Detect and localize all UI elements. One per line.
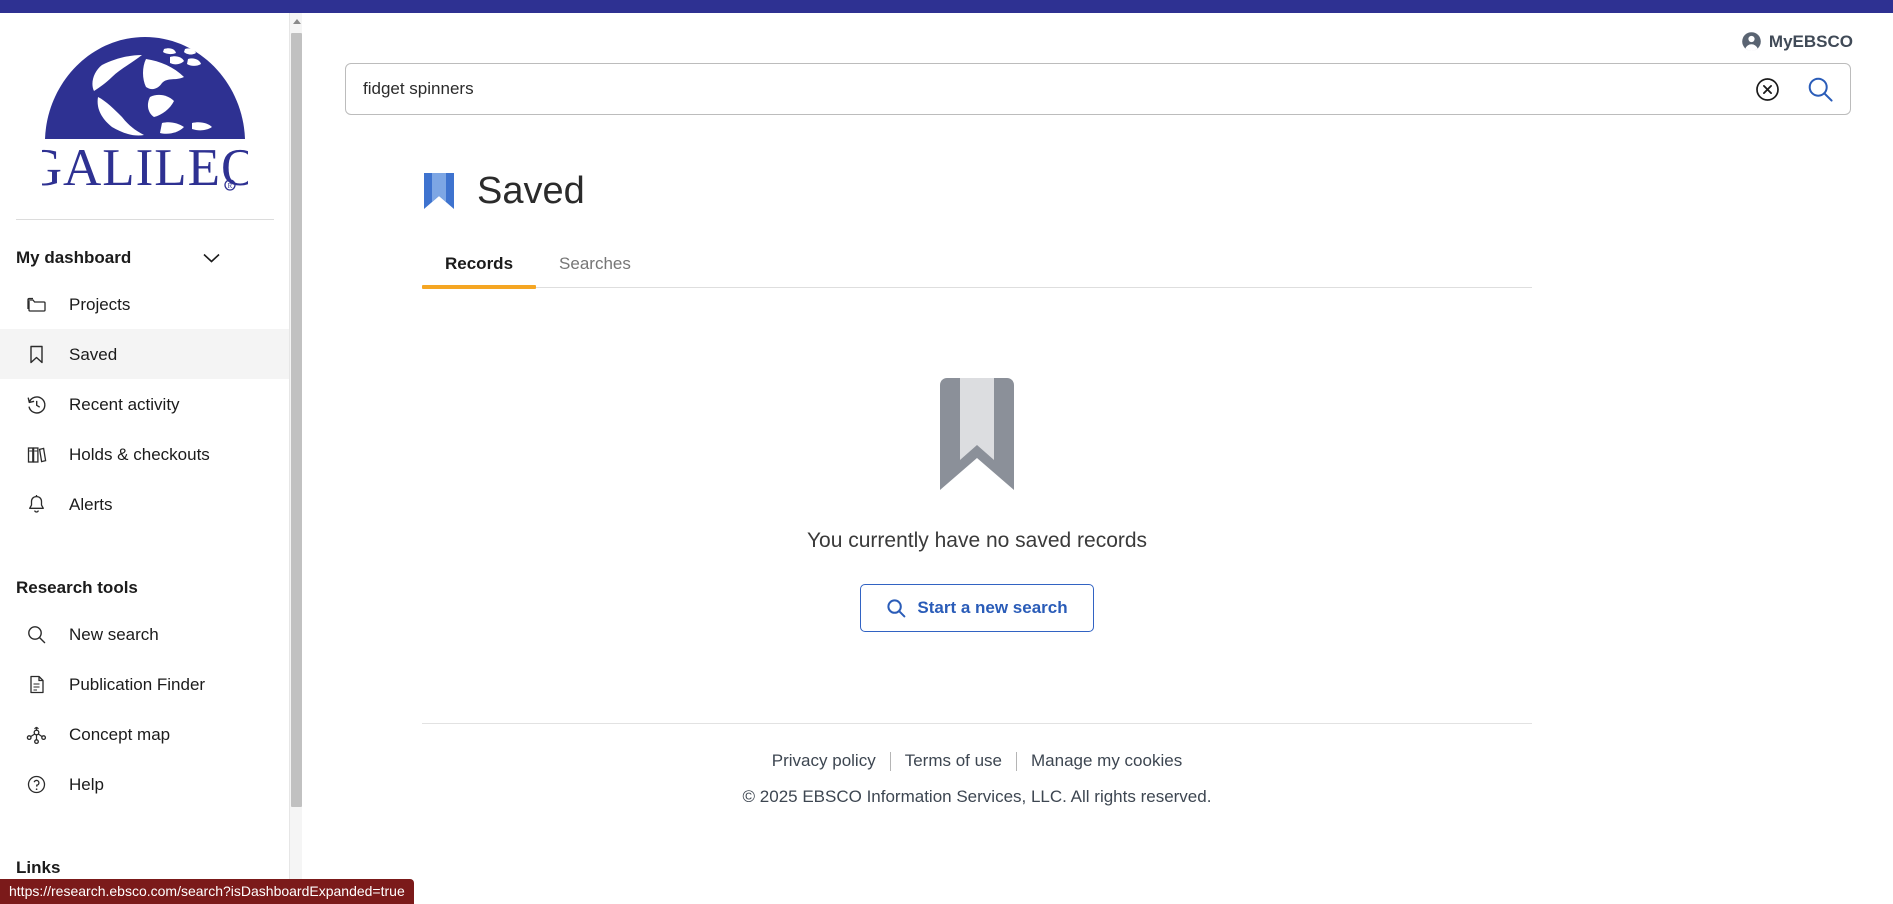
chevron-down-icon[interactable] — [203, 253, 220, 263]
search-icon — [26, 624, 47, 645]
clear-search-button[interactable] — [1744, 64, 1790, 114]
svg-text:GALILEO: GALILEO — [42, 141, 248, 197]
footer-links: Privacy policy Terms of use Manage my co… — [422, 751, 1532, 771]
footer-link-terms-of-use[interactable]: Terms of use — [891, 751, 1016, 771]
help-circle-icon — [26, 774, 47, 795]
books-icon — [26, 444, 47, 465]
footer-link-privacy-policy[interactable]: Privacy policy — [758, 751, 890, 771]
clear-circle-icon — [1755, 77, 1780, 102]
tab-searches-label: Searches — [559, 254, 631, 273]
sidebar-item-saved[interactable]: Saved — [0, 329, 290, 379]
search-bar — [303, 57, 1893, 115]
start-new-search-button[interactable]: Start a new search — [860, 584, 1094, 632]
browser-viewport: GALILEO R My dashboard Projects Saved Re… — [0, 0, 1893, 904]
sidebar-section-dashboard[interactable]: My dashboard — [0, 237, 290, 279]
user-circle-icon — [1741, 31, 1762, 52]
sidebar-item-publication-finder[interactable]: Publication Finder — [0, 659, 290, 709]
scrollbar-thumb[interactable] — [291, 33, 302, 807]
page-title-row: Saved — [422, 171, 1532, 211]
tab-records-label: Records — [445, 254, 514, 273]
sidebar-section-links-label: Links — [16, 858, 61, 877]
search-input[interactable] — [346, 64, 1744, 114]
sidebar-item-label: Saved — [69, 344, 118, 364]
sidebar-divider — [16, 219, 274, 220]
sidebar-item-recent-activity[interactable]: Recent activity — [0, 379, 290, 429]
sidebar-item-label: Concept map — [69, 724, 171, 744]
footer: Privacy policy Terms of use Manage my co… — [422, 724, 1532, 807]
search-submit-button[interactable] — [1790, 64, 1850, 114]
sidebar-scrollbar[interactable] — [289, 13, 302, 904]
tab-searches[interactable]: Searches — [536, 254, 654, 287]
sidebar-item-label: New search — [69, 624, 159, 644]
galileo-logo[interactable]: GALILEO R — [0, 13, 290, 220]
folder-icon — [26, 294, 47, 315]
search-icon — [886, 598, 906, 618]
bookmark-icon — [26, 344, 47, 365]
sidebar-section-research-label: Research tools — [16, 578, 138, 597]
sidebar-section-research-tools: Research tools — [0, 567, 290, 609]
sidebar-item-label: Publication Finder — [69, 674, 206, 694]
sidebar-item-label: Recent activity — [69, 394, 180, 414]
sidebar-section-dashboard-label: My dashboard — [16, 248, 132, 267]
sidebar-item-holds-checkouts[interactable]: Holds & checkouts — [0, 429, 290, 479]
footer-link-manage-cookies[interactable]: Manage my cookies — [1017, 751, 1196, 771]
sidebar-item-label: Help — [69, 774, 104, 794]
footer-copyright: © 2025 EBSCO Information Services, LLC. … — [742, 787, 1212, 806]
sidebar-item-new-search[interactable]: New search — [0, 609, 290, 659]
status-bar-url: https://research.ebsco.com/search?isDash… — [0, 879, 414, 904]
sidebar-item-help[interactable]: Help — [0, 759, 290, 809]
scroll-up-arrow-icon[interactable] — [290, 13, 303, 30]
content-column: Saved Records Searches You currently hav — [422, 171, 1532, 807]
sidebar: GALILEO R My dashboard Projects Saved Re… — [0, 13, 290, 904]
page-title: Saved — [477, 170, 585, 212]
sidebar-item-label: Alerts — [69, 494, 113, 514]
search-icon — [1806, 75, 1835, 104]
brand-top-bar — [0, 0, 1893, 13]
bookmark-large-icon — [422, 377, 1532, 492]
document-icon — [26, 674, 47, 695]
globe-icon — [42, 35, 248, 141]
bookmark-icon — [422, 171, 456, 211]
empty-state-message: You currently have no saved records — [806, 529, 1148, 552]
bell-icon — [26, 494, 47, 515]
galileo-wordmark: GALILEO R — [42, 141, 248, 197]
concept-map-icon — [26, 724, 47, 745]
history-icon — [26, 394, 47, 415]
svg-text:R: R — [228, 182, 233, 190]
myebsco-label: MyEBSCO — [1768, 31, 1853, 51]
sidebar-item-projects[interactable]: Projects — [0, 279, 290, 329]
main-content: MyEBSCO fidget spinners Saved Records Se… — [303, 13, 1893, 904]
search-box[interactable] — [345, 63, 1851, 115]
sidebar-item-concept-map[interactable]: Concept map — [0, 709, 290, 759]
account-row: MyEBSCO — [303, 13, 1893, 57]
empty-state: You currently have no saved records Star… — [422, 288, 1532, 632]
sidebar-item-label: Projects — [69, 294, 131, 314]
sidebar-item-alerts[interactable]: Alerts — [0, 479, 290, 529]
tab-records[interactable]: Records — [422, 254, 537, 289]
sidebar-item-label: Holds & checkouts — [69, 444, 210, 464]
tabs: Records Searches — [422, 254, 1532, 289]
myebsco-button[interactable]: MyEBSCO — [1741, 31, 1853, 52]
start-new-search-label: Start a new search — [917, 598, 1068, 617]
